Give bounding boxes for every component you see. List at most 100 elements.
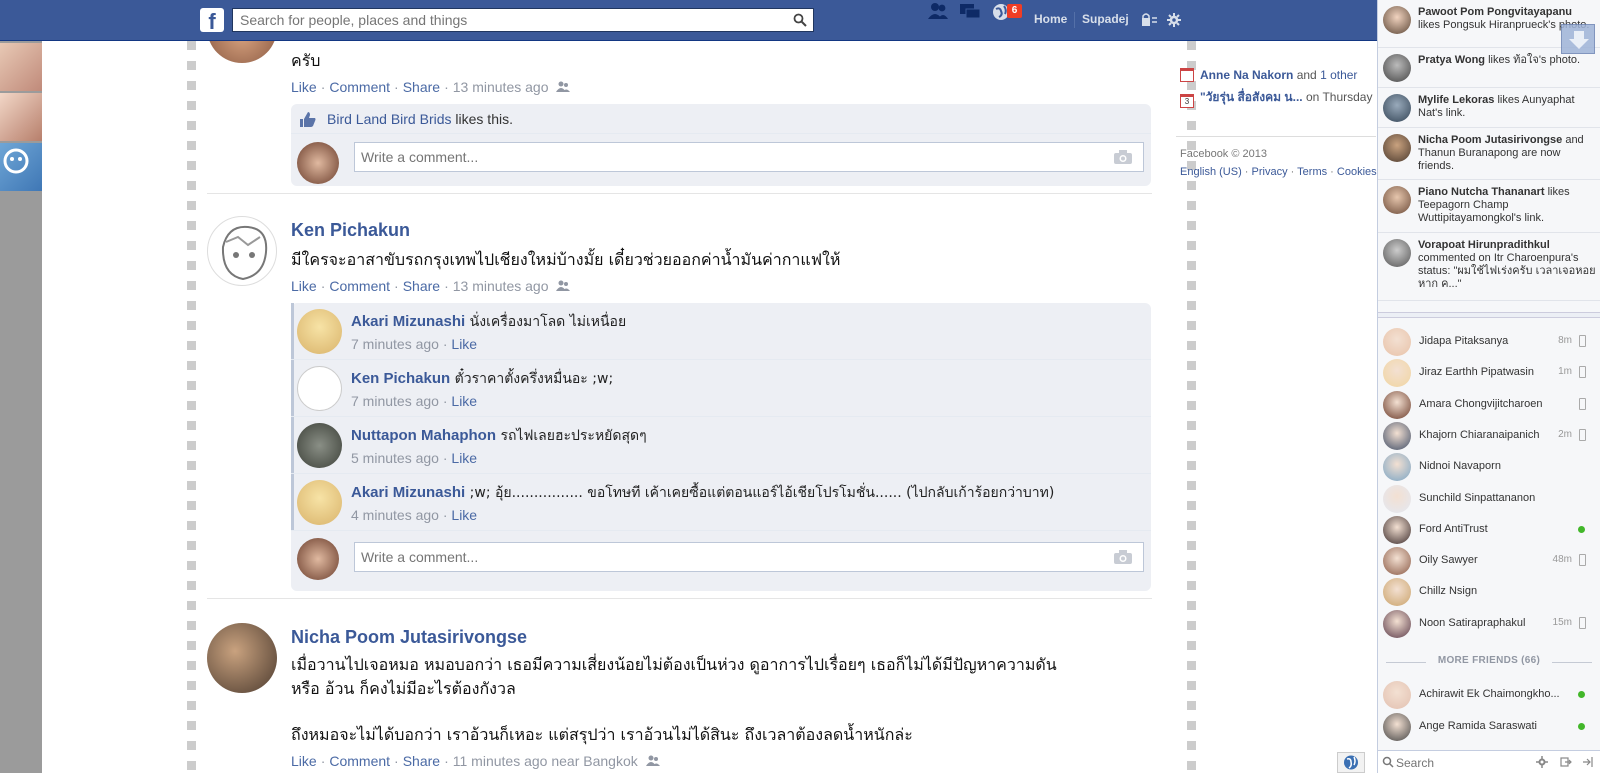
chat-friend-item[interactable]: Jiraz Earthh Pipatwasin 1m xyxy=(1378,357,1600,389)
profile-link[interactable]: Supadej xyxy=(1082,12,1129,26)
footer-link-terms[interactable]: Terms xyxy=(1297,166,1327,178)
comment-row: Ken Pichakun ตั๋วราคาตั้งครึ่งหมื่นอะ ;w… xyxy=(291,360,1151,417)
write-comment-input[interactable] xyxy=(355,543,1143,571)
chat-idle-time: 48m xyxy=(1552,554,1572,566)
chat-search-input[interactable] xyxy=(1396,754,1526,771)
online-status-icon xyxy=(1578,691,1585,698)
audience-friends-icon[interactable] xyxy=(645,755,660,767)
friend-requests-icon[interactable] xyxy=(926,0,950,22)
ticker-resize-handle[interactable] xyxy=(1378,312,1600,318)
ticker-avatar xyxy=(1383,134,1411,162)
write-comment-input[interactable] xyxy=(355,143,1143,171)
event-title-link[interactable]: "วัยรุ่น สื่อสังคม น... xyxy=(1200,90,1303,104)
comment-timestamp[interactable]: 7 minutes ago xyxy=(351,336,439,352)
story-timestamp[interactable]: 11 minutes ago near Bangkok xyxy=(453,753,638,769)
story-text: หรือ อ้วน ก็คงไม่มีอะไรต้องกังวล xyxy=(291,679,516,698)
chat-friend-item[interactable]: Nidnoi Navaporn xyxy=(1378,451,1600,483)
thumbnail-photo[interactable] xyxy=(0,143,42,191)
story-ufi: Akari Mizunashi นั่งเครื่องมาโลด ไม่เหนื… xyxy=(291,303,1151,591)
commenter-avatar[interactable] xyxy=(297,309,342,354)
camera-icon[interactable] xyxy=(1113,549,1133,565)
comment-text: Akari Mizunashi นั่งเครื่องมาโลด ไม่เหนื… xyxy=(351,313,627,330)
liker-name-link[interactable]: Bird Land Bird Brids xyxy=(327,111,452,127)
home-link[interactable]: Home xyxy=(1034,12,1067,26)
chat-friend-item[interactable]: Ford AntiTrust xyxy=(1378,514,1600,546)
comment-link[interactable]: Comment xyxy=(329,278,390,294)
author-avatar[interactable] xyxy=(207,623,277,693)
commenter-name-link[interactable]: Akari Mizunashi xyxy=(351,313,465,330)
footer-link-cookies[interactable]: Cookies xyxy=(1337,166,1377,178)
like-link[interactable]: Like xyxy=(291,278,317,294)
event-others-link[interactable]: 1 other xyxy=(1320,68,1357,82)
commenter-avatar[interactable] xyxy=(297,366,342,411)
comment-like-link[interactable]: Like xyxy=(451,336,477,352)
comment-row: Nuttapon Mahaphon รถไฟเลยฮะประหยัดสุดๆ 5… xyxy=(291,417,1151,474)
chat-idle-time: 1m xyxy=(1558,366,1572,378)
chat-friend-item[interactable]: Jidapa Pitaksanya 8m xyxy=(1378,326,1600,358)
chat-friend-item[interactable]: Khajorn Chiaranaipanich 2m xyxy=(1378,420,1600,452)
new-group-icon[interactable] xyxy=(1560,756,1572,768)
language-globe-button[interactable] xyxy=(1337,752,1365,773)
chat-friend-item[interactable]: Chillz Nsign xyxy=(1378,576,1600,608)
messages-icon[interactable] xyxy=(958,0,982,22)
commenter-name-link[interactable]: Akari Mizunashi xyxy=(351,484,465,501)
comment-timestamp[interactable]: 5 minutes ago xyxy=(351,450,439,466)
comment-like-link[interactable]: Like xyxy=(451,507,477,523)
privacy-shortcuts-icon[interactable] xyxy=(1140,12,1158,28)
hide-sidebar-icon[interactable] xyxy=(1582,756,1594,768)
chat-friend-item[interactable]: Amara Chongvijitcharoen xyxy=(1378,389,1600,421)
comment-link[interactable]: Comment xyxy=(329,753,390,769)
like-link[interactable]: Like xyxy=(291,753,317,769)
author-name-link[interactable]: Ken Pichakun xyxy=(291,220,410,241)
audience-friends-icon[interactable] xyxy=(556,280,571,292)
chat-friend-item[interactable]: Sunchild Sinpattananon xyxy=(1378,483,1600,515)
ticker-item[interactable]: Vorapoat Hirunpradithkul commented on It… xyxy=(1378,233,1600,301)
viewer-avatar[interactable] xyxy=(297,538,339,580)
commenter-avatar[interactable] xyxy=(297,480,342,525)
viewer-avatar[interactable] xyxy=(297,142,339,184)
comment-timestamp[interactable]: 4 minutes ago xyxy=(351,507,439,523)
ticker-item[interactable]: Mylife Lekoras likes Aunyaphat Nat's lin… xyxy=(1378,88,1600,128)
comment-like-link[interactable]: Like xyxy=(451,393,477,409)
right-column-divider xyxy=(1176,136,1376,137)
chat-options-gear-icon[interactable] xyxy=(1536,756,1548,768)
story-timestamp[interactable]: 13 minutes ago xyxy=(453,278,549,294)
commenter-name-link[interactable]: Ken Pichakun xyxy=(351,370,450,387)
search-icon[interactable] xyxy=(793,13,807,27)
global-search-input[interactable] xyxy=(233,9,813,31)
chat-friend-item[interactable]: Noon Satirapraphakul 15m xyxy=(1378,608,1600,640)
commenter-name-link[interactable]: Nuttapon Mahaphon xyxy=(351,427,496,444)
chat-friend-item[interactable]: Ange Ramida Saraswati xyxy=(1378,711,1600,743)
footer-link-privacy[interactable]: Privacy xyxy=(1252,166,1288,178)
event-person-link[interactable]: Anne Na Nakorn xyxy=(1200,68,1293,82)
thumbnail-photo[interactable] xyxy=(0,43,42,91)
chat-friend-item[interactable]: Oily Sawyer 48m xyxy=(1378,545,1600,577)
thumbnail-photo[interactable] xyxy=(0,93,42,141)
mobile-status-icon xyxy=(1579,366,1586,379)
share-link[interactable]: Share xyxy=(403,278,440,294)
facebook-logo[interactable]: f xyxy=(200,8,224,32)
ticker-item[interactable]: Piano Nutcha Thananart likes Teepagorn C… xyxy=(1378,180,1600,233)
author-name-link[interactable]: Nicha Poom Jutasirivongse xyxy=(291,627,527,648)
settings-gear-icon[interactable] xyxy=(1166,12,1182,28)
event-item: Anne Na Nakorn and 1 other xyxy=(1180,68,1357,82)
audience-friends-icon[interactable] xyxy=(556,81,571,93)
chat-friend-avatar xyxy=(1383,609,1411,638)
birthday-icon xyxy=(1180,68,1194,82)
comment-like-link[interactable]: Like xyxy=(451,450,477,466)
share-link[interactable]: Share xyxy=(403,79,440,95)
comment-link[interactable]: Comment xyxy=(329,79,390,95)
comment-timestamp[interactable]: 7 minutes ago xyxy=(351,393,439,409)
notification-count-badge[interactable]: 6 xyxy=(1007,4,1022,18)
author-avatar[interactable] xyxy=(207,41,277,63)
commenter-avatar[interactable] xyxy=(297,423,342,468)
author-avatar[interactable] xyxy=(207,216,277,286)
like-link[interactable]: Like xyxy=(291,79,317,95)
footer-link-language[interactable]: English (US) xyxy=(1180,166,1242,178)
ticker-scroll-arrow-icon[interactable] xyxy=(1561,24,1595,54)
story-timestamp[interactable]: 13 minutes ago xyxy=(453,79,549,95)
share-link[interactable]: Share xyxy=(403,753,440,769)
chat-friend-item[interactable]: Achirawit Ek Chaimongkho... xyxy=(1378,679,1600,711)
ticker-item[interactable]: Nicha Poom Jutasirivongse and Thanun Bur… xyxy=(1378,128,1600,180)
camera-icon[interactable] xyxy=(1113,149,1133,165)
